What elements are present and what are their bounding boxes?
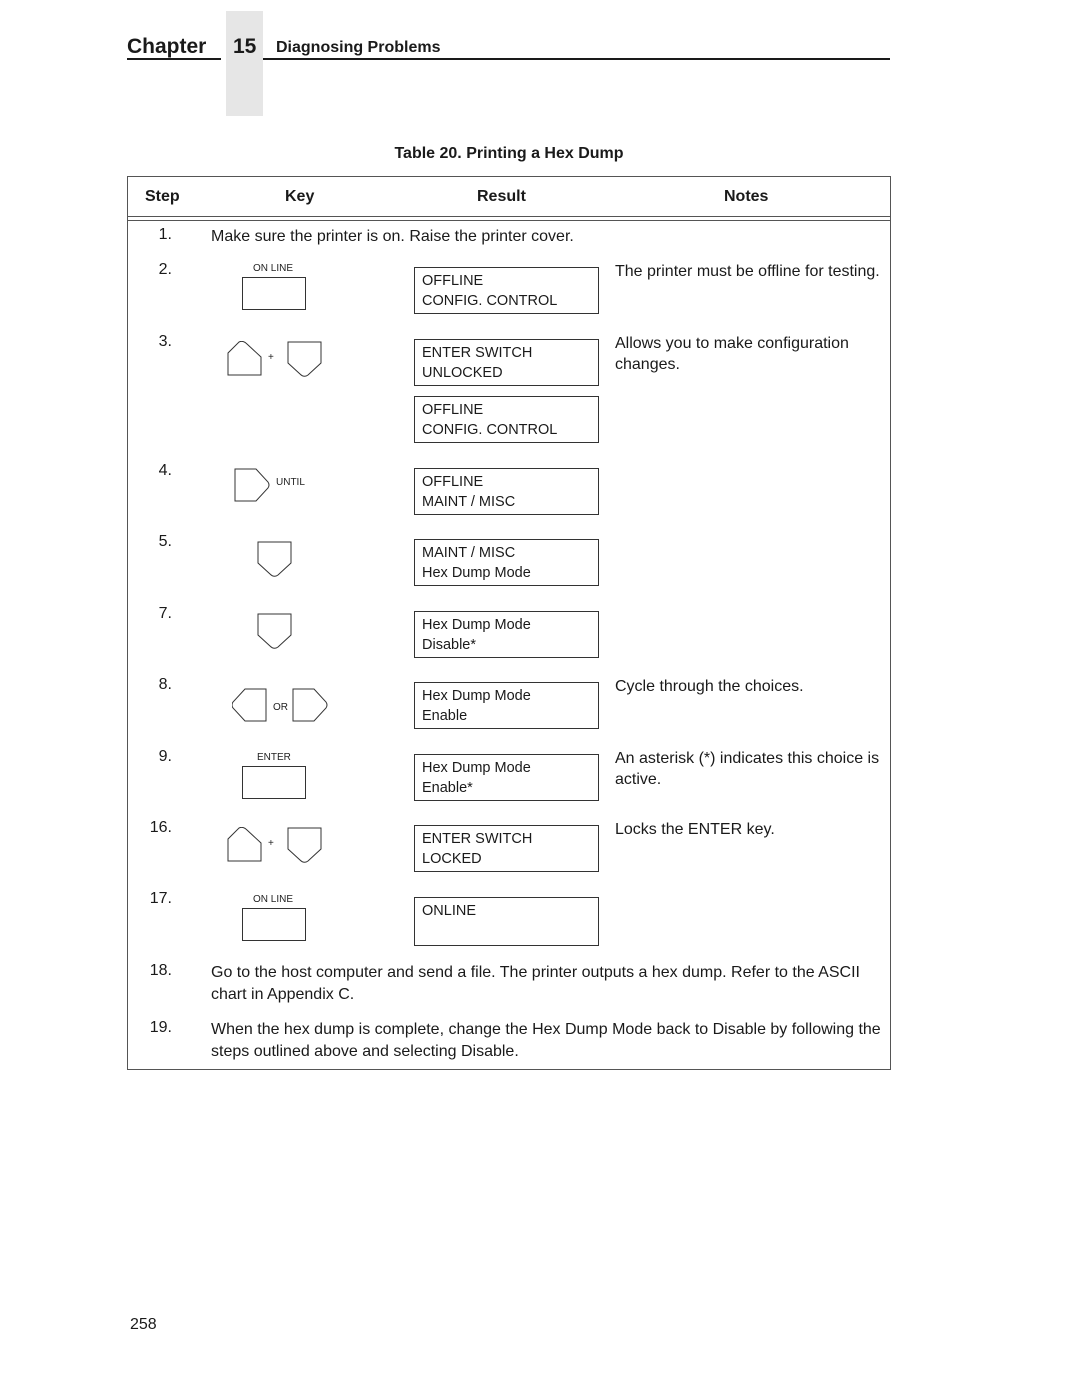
step-note: An asterisk (*) indicates this choice is… [615, 750, 880, 788]
step-note: Locks the ENTER key. [615, 821, 775, 838]
lcd-display: OFFLINE CONFIG. CONTROL [414, 396, 599, 443]
table-caption: Table 20. Printing a Hex Dump [394, 145, 624, 162]
display-line-1: Hex Dump Mode [422, 688, 531, 704]
step-number: 3. [158, 333, 172, 350]
display-line-2: Hex Dump Mode [422, 564, 531, 581]
step-number: 9. [158, 748, 172, 765]
lcd-display: Hex Dump Mode Disable* [414, 611, 599, 658]
display-line-1: ONLINE [422, 903, 476, 919]
lcd-display: OFFLINE MAINT / MISC [414, 468, 599, 515]
display-line-1: Hex Dump Mode [422, 617, 531, 633]
display-line-1: ENTER SWITCH [422, 831, 533, 847]
up-plus-down-keys-icon: + [227, 341, 323, 379]
column-header-step: Step [145, 188, 180, 205]
step-instruction: Make sure the printer is on. Raise the p… [211, 228, 574, 245]
display-line-1: OFFLINE [422, 273, 484, 289]
step-number: 19. [149, 1019, 172, 1036]
step-instruction: Go to the host computer and send a file.… [211, 964, 860, 1003]
key-label: UNTIL [276, 477, 305, 488]
online-key-icon [242, 908, 308, 943]
lcd-display: Hex Dump Mode Enable* [414, 754, 599, 801]
column-header-notes: Notes [724, 188, 769, 205]
step-number: 7. [158, 605, 172, 622]
key-label: ON LINE [253, 263, 294, 274]
step-number: 1. [158, 226, 172, 243]
lcd-display: ENTER SWITCH LOCKED [414, 825, 599, 872]
display-line-1: ENTER SWITCH [422, 345, 533, 361]
lcd-display: MAINT / MISC Hex Dump Mode [414, 539, 599, 586]
chapter-tab-shade [226, 11, 263, 116]
online-key-icon [242, 277, 308, 312]
display-line-1: Hex Dump Mode [422, 760, 531, 776]
enter-key-icon [242, 766, 308, 801]
step-number: 17. [149, 890, 172, 907]
display-line-2: CONFIG. CONTROL [422, 292, 558, 309]
step-number: 8. [158, 676, 172, 693]
next-key-icon [234, 468, 274, 504]
lcd-display: ONLINE [414, 897, 599, 946]
display-line-2: UNLOCKED [422, 364, 503, 381]
display-line-2: CONFIG. CONTROL [422, 421, 558, 438]
step-number: 16. [149, 819, 172, 836]
chapter-label: Chapter [127, 35, 207, 58]
key-label: OR [273, 702, 288, 713]
up-plus-down-keys-icon: + [227, 827, 323, 865]
hex-dump-table: Step Key Result Notes 1. Make sure the p… [127, 176, 891, 1070]
step-number: 18. [149, 962, 172, 979]
step-note: Allows you to make configuration changes… [615, 335, 849, 373]
step-note: The printer must be offline for testing. [615, 263, 880, 280]
display-line-1: OFFLINE [422, 402, 484, 418]
key-label: ENTER [257, 752, 291, 763]
column-header-key: Key [285, 188, 315, 205]
display-line-2: Disable* [422, 636, 476, 653]
display-line-2: Enable [422, 707, 468, 724]
chapter-number: 15 [233, 35, 257, 58]
page-number: 258 [130, 1316, 157, 1333]
display-line-2: MAINT / MISC [422, 493, 516, 510]
step-instruction: When the hex dump is complete, change th… [211, 1021, 881, 1060]
step-number: 2. [158, 261, 172, 278]
key-label: ON LINE [253, 894, 294, 905]
display-line-2: LOCKED [422, 850, 482, 867]
display-line-2: Enable* [422, 779, 473, 796]
step-number: 4. [158, 462, 172, 479]
down-key-icon [257, 613, 293, 651]
column-header-result: Result [477, 188, 526, 205]
header-double-rule [128, 220, 890, 221]
chapter-title: Diagnosing Problems [276, 39, 441, 56]
lcd-display: OFFLINE CONFIG. CONTROL [414, 267, 599, 314]
lcd-display: ENTER SWITCH UNLOCKED [414, 339, 599, 386]
svg-text:+: + [268, 352, 274, 363]
display-line-1: MAINT / MISC [422, 545, 516, 561]
display-line-1: OFFLINE [422, 474, 484, 490]
header-rule [127, 58, 221, 60]
table-header: Step Key Result Notes [128, 177, 890, 217]
down-key-icon [257, 541, 293, 579]
step-number: 5. [158, 533, 172, 550]
svg-text:+: + [268, 838, 274, 849]
header-rule [263, 58, 890, 60]
step-note: Cycle through the choices. [615, 678, 804, 695]
lcd-display: Hex Dump Mode Enable [414, 682, 599, 729]
